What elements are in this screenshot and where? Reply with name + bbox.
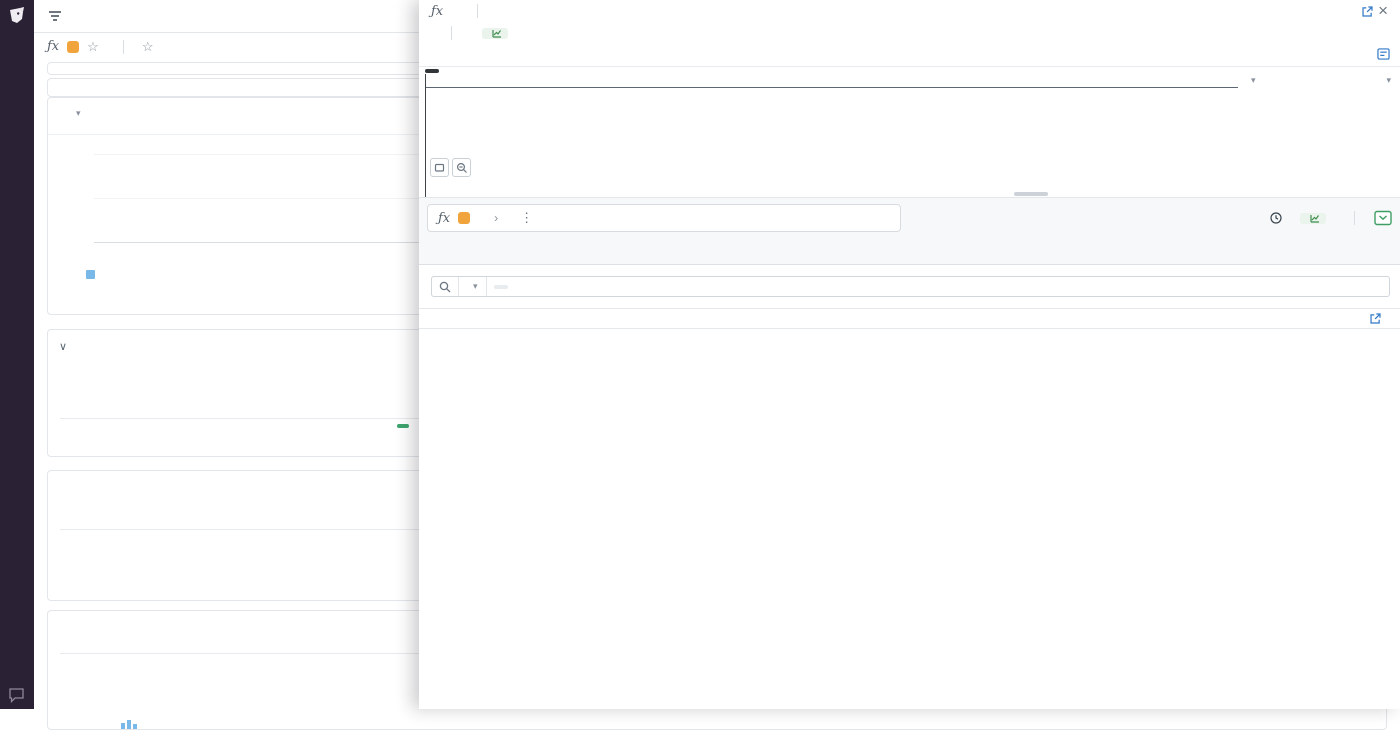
service-color-swatch bbox=[458, 212, 471, 224]
traces-mini-bar bbox=[121, 723, 125, 729]
trend-icon bbox=[492, 29, 501, 38]
trace-panel-header: ƒx × bbox=[419, 0, 1400, 22]
hide-legend-link[interactable] bbox=[1372, 48, 1390, 60]
search-icon bbox=[432, 281, 458, 293]
cursor-tooltip bbox=[425, 69, 439, 73]
focus-frame-button[interactable] bbox=[430, 158, 449, 177]
logs-section: ▾ bbox=[419, 265, 1400, 709]
logs-list bbox=[437, 328, 1400, 709]
fx-icon: ƒx bbox=[438, 210, 451, 226]
flame-scrollbar[interactable] bbox=[1014, 192, 1048, 196]
apm-filter-icon bbox=[47, 8, 63, 24]
status-badge bbox=[397, 424, 409, 428]
span-breadcrumb[interactable]: ƒx › ⋮ bbox=[427, 204, 901, 232]
legend-exec-header[interactable]: ▾ bbox=[1386, 74, 1391, 86]
legend-swatch bbox=[86, 270, 95, 279]
traces-mini-bar bbox=[133, 724, 137, 729]
favorite-star-icon[interactable]: ☆ bbox=[87, 39, 99, 55]
chevron-down-icon[interactable]: ▾ bbox=[76, 108, 81, 119]
trace-side-panel: ƒx × ▾ ▾ ƒx › ⋮ ▾ bbox=[419, 0, 1400, 709]
percentile-badge[interactable] bbox=[482, 27, 508, 39]
logs-table-header bbox=[419, 308, 1400, 329]
open-full-page-link[interactable] bbox=[1356, 5, 1374, 18]
percentile-badge[interactable] bbox=[1300, 212, 1326, 224]
divider bbox=[122, 39, 124, 54]
flame-graph[interactable] bbox=[425, 66, 1238, 197]
favorite-star-icon[interactable]: ☆ bbox=[142, 39, 154, 55]
zoom-out-button[interactable] bbox=[452, 158, 471, 177]
app-sidebar bbox=[0, 0, 34, 709]
fx-icon: ƒx bbox=[47, 39, 60, 54]
search-query-chip[interactable] bbox=[493, 284, 508, 289]
chevron-right-icon: › bbox=[494, 211, 499, 225]
close-icon[interactable]: × bbox=[1378, 1, 1388, 21]
filter-type-dropdown[interactable]: ▾ bbox=[458, 277, 487, 296]
span-detail-bar: ƒx › ⋮ bbox=[419, 197, 1400, 265]
divider bbox=[1354, 211, 1355, 225]
help-chat-icon[interactable] bbox=[8, 687, 26, 703]
open-in-logs-icon[interactable] bbox=[1369, 312, 1382, 325]
flame-legend: ▾ ▾ bbox=[1245, 66, 1395, 197]
legend-service-header[interactable]: ▾ bbox=[1251, 74, 1256, 86]
log-filter-bar[interactable]: ▾ bbox=[431, 276, 1390, 297]
collapse-panel-icon[interactable] bbox=[1374, 210, 1392, 226]
external-link-icon bbox=[1362, 5, 1373, 17]
more-menu-icon[interactable]: ⋮ bbox=[520, 210, 533, 226]
trace-meta-row bbox=[431, 22, 508, 44]
collapse-chevron-icon[interactable]: ∨ bbox=[59, 340, 67, 353]
service-color-swatch bbox=[67, 40, 80, 53]
clock-icon bbox=[1270, 212, 1282, 224]
divider bbox=[477, 4, 479, 18]
datadog-logo-icon[interactable] bbox=[5, 4, 29, 28]
divider bbox=[451, 26, 452, 40]
legend-icon bbox=[1377, 48, 1390, 60]
trace-tabs-row bbox=[419, 44, 1400, 67]
traces-mini-bar bbox=[127, 720, 131, 729]
span-tabs-row bbox=[419, 239, 1400, 266]
fx-icon: ƒx bbox=[431, 3, 444, 19]
cursor-line bbox=[425, 74, 426, 197]
